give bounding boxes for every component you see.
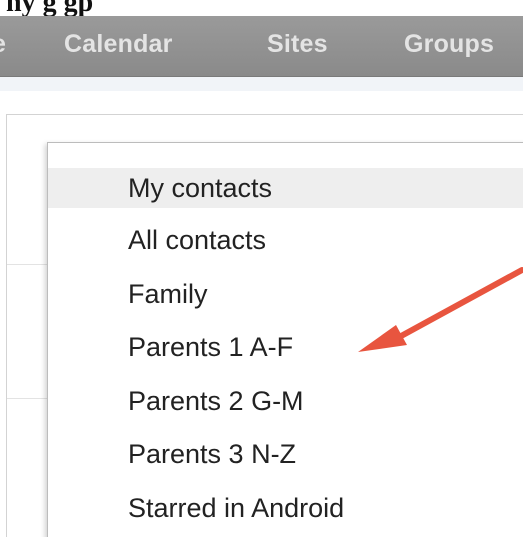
nav-item-cropped[interactable]: e [0, 30, 6, 59]
menu-item-parents-2[interactable]: Parents 2 G-M [48, 375, 523, 429]
subheader-band [0, 77, 523, 91]
menu-item-parents-1[interactable]: Parents 1 A-F [48, 321, 523, 375]
menu-item-all-contacts[interactable]: All contacts [48, 214, 523, 268]
nav-item-calendar[interactable]: Calendar [64, 30, 173, 59]
nav-item-sites[interactable]: Sites [267, 30, 328, 59]
menu-item-parents-3[interactable]: Parents 3 N-Z [48, 428, 523, 482]
menu-item-starred-in-android[interactable]: Starred in Android [48, 482, 523, 536]
menu-item-my-contacts[interactable]: My contacts [48, 168, 523, 208]
background-divider [7, 264, 49, 265]
page: ny g gp e Calendar Sites Groups My conta… [0, 0, 523, 537]
background-divider [7, 398, 49, 399]
top-navigation-bar: e Calendar Sites Groups [0, 16, 523, 77]
menu-list: My contacts All contacts Family Parents … [48, 143, 523, 535]
menu-item-family[interactable]: Family [48, 268, 523, 322]
nav-item-groups[interactable]: Groups [404, 30, 494, 59]
contacts-group-dropdown-menu: My contacts All contacts Family Parents … [47, 142, 523, 537]
